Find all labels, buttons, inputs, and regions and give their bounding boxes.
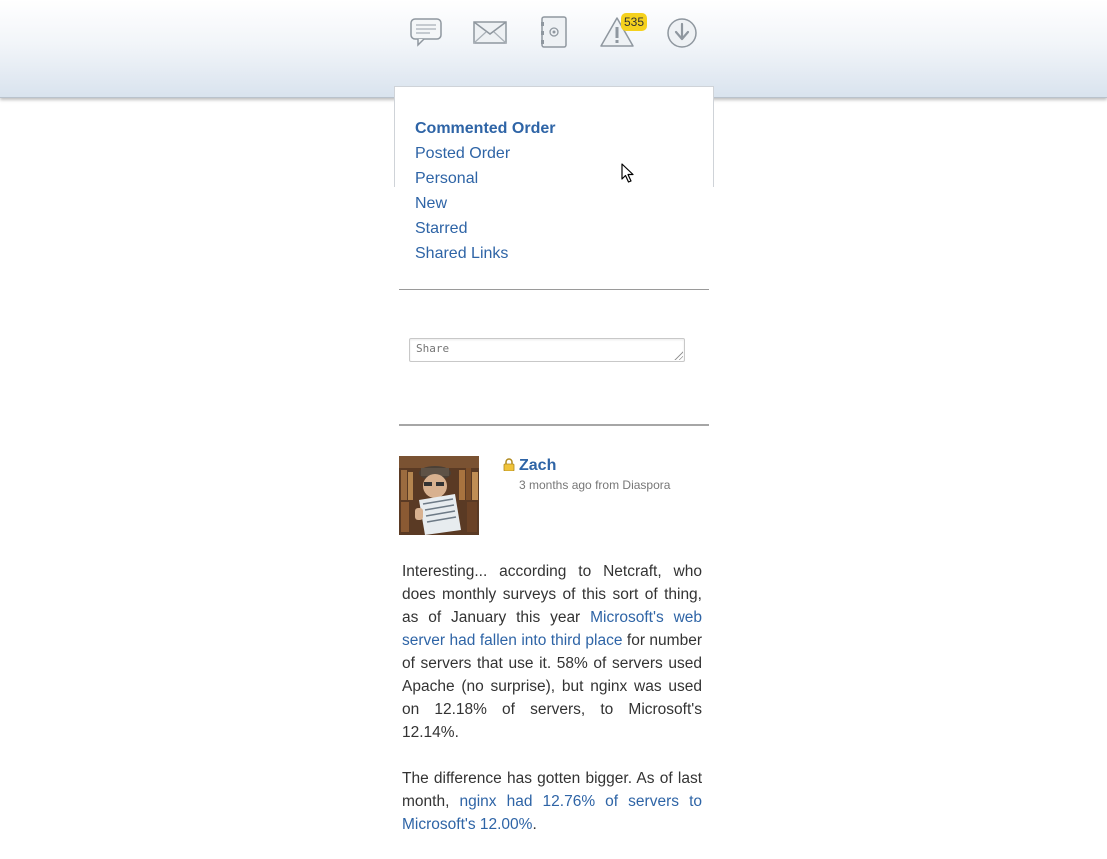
divider [399, 289, 709, 290]
post-timestamp-link[interactable]: 3 months ago [519, 478, 592, 492]
menu-item-new[interactable]: New [415, 193, 555, 218]
divider [399, 424, 709, 426]
avatar[interactable] [399, 456, 479, 535]
share-input[interactable] [409, 338, 685, 362]
post-body: Interesting... according to Netcraft, wh… [402, 560, 702, 859]
notification-count-badge[interactable]: 535 [621, 13, 648, 31]
from-label: from [595, 478, 620, 492]
lock-icon [503, 458, 515, 471]
menu-item-shared-links[interactable]: Shared Links [415, 243, 555, 268]
comments-icon[interactable] [408, 14, 444, 50]
menu-item-posted-order[interactable]: Posted Order [415, 143, 555, 168]
menu-item-personal[interactable]: Personal [415, 168, 555, 193]
post-author-link[interactable]: Zach [519, 457, 556, 475]
mouse-cursor-icon [621, 163, 634, 183]
download-icon[interactable] [664, 14, 700, 50]
menu-item-starred[interactable]: Starred [415, 218, 555, 243]
post-source-link[interactable]: Diaspora [622, 478, 670, 492]
post-meta: 3 months ago from Diaspora [519, 478, 670, 492]
contacts-icon[interactable] [536, 14, 572, 50]
post-paragraph: Interesting... according to Netcraft, wh… [402, 563, 702, 741]
menu-item-commented-order[interactable]: Commented Order [415, 118, 555, 143]
post-paragraph: The difference has gotten bigger. As of … [402, 770, 702, 833]
mail-icon[interactable] [472, 14, 508, 50]
stream-order-menu: Commented Order Posted Order Personal Ne… [415, 118, 555, 268]
